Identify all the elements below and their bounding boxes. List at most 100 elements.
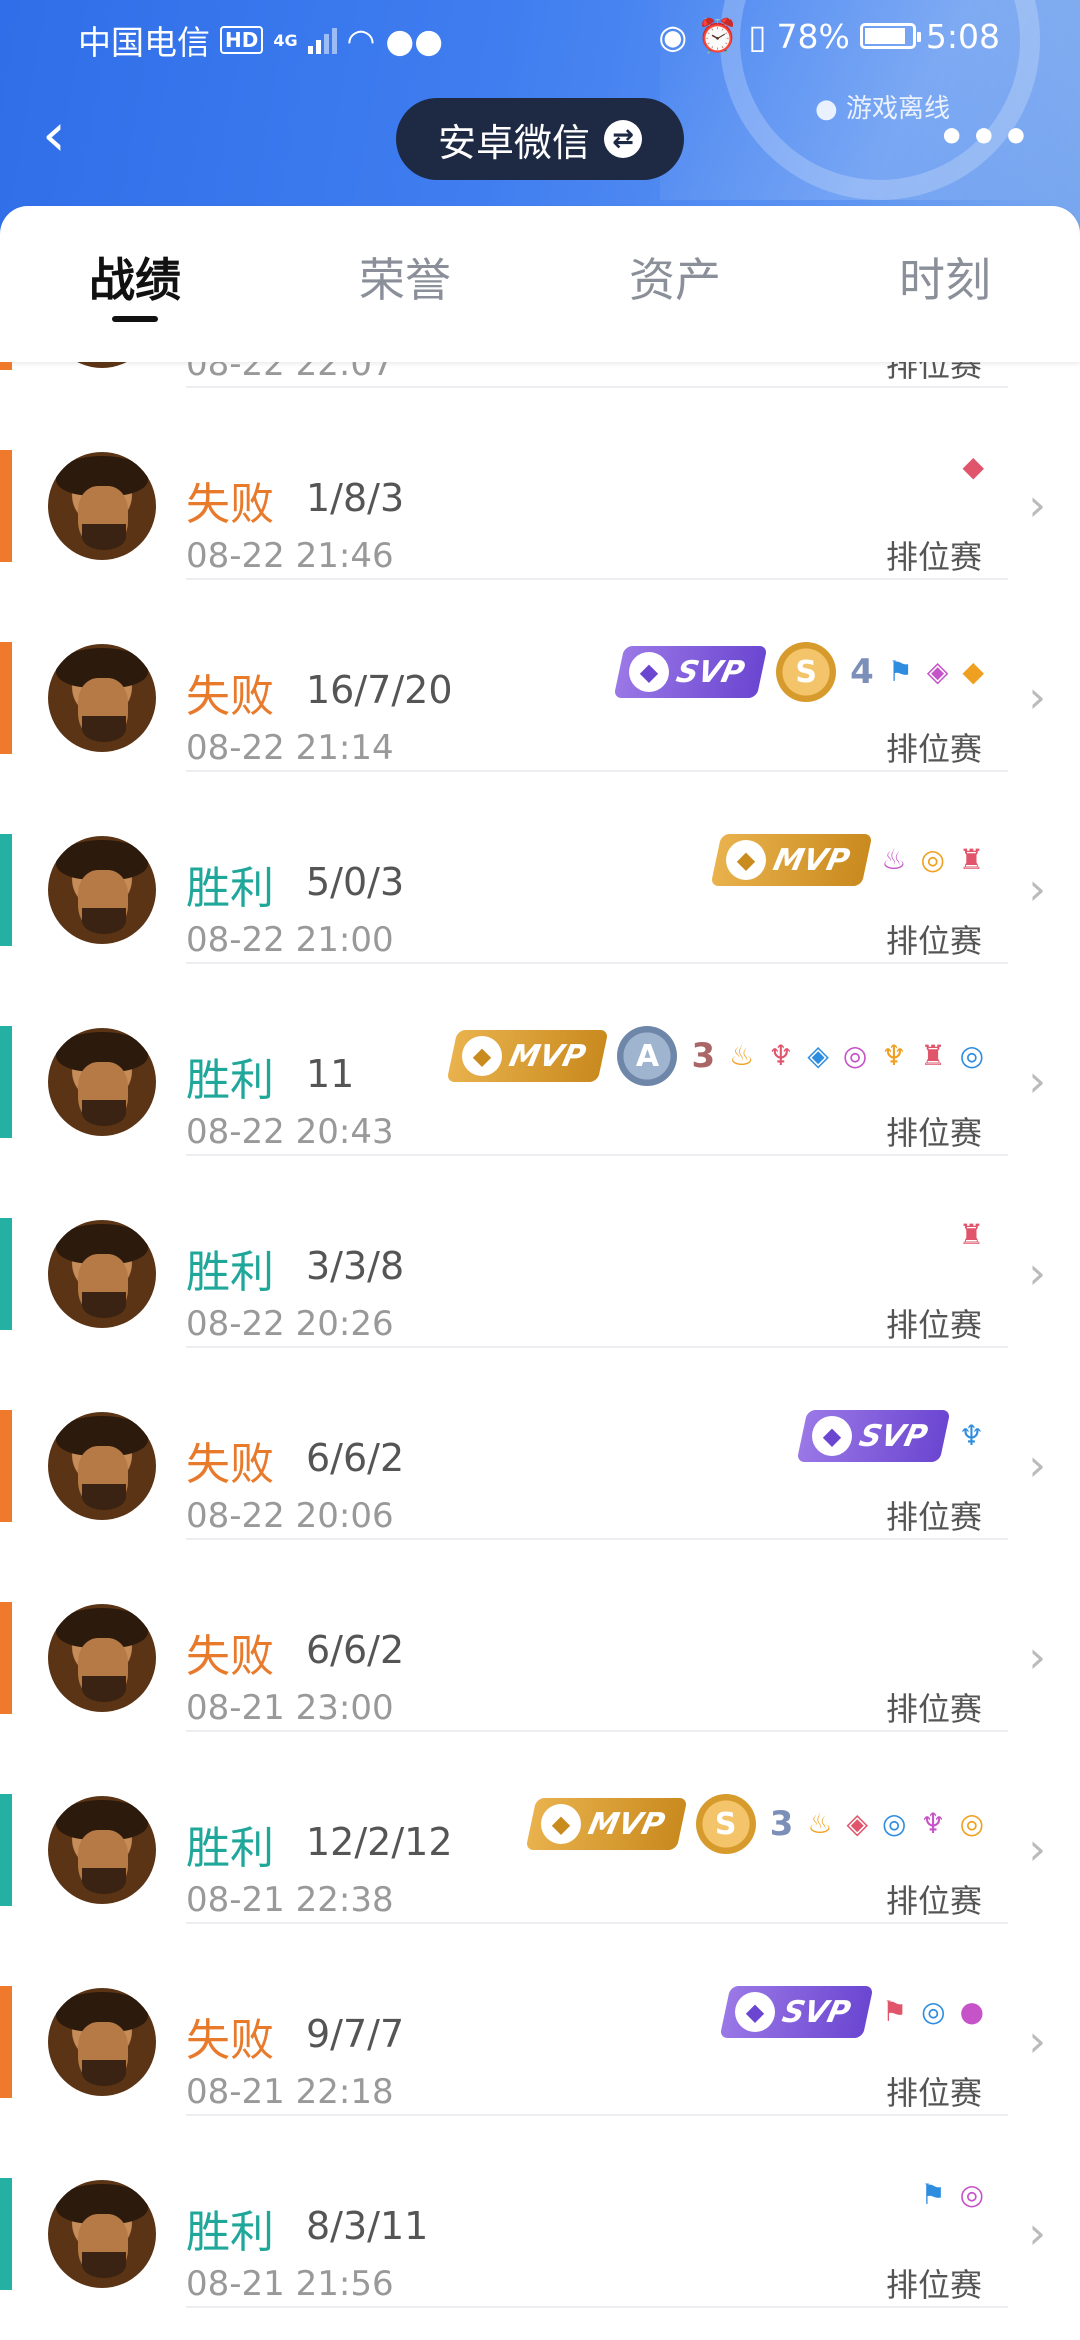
match-row[interactable]: 失败 6/6/2 08-21 23:00 排位赛 › [0, 1540, 1080, 1732]
battery-icon [859, 23, 921, 49]
status-left: 中国电信 HD 4G ◠ ●● [78, 16, 443, 64]
match-time: 08-21 22:18 [186, 2072, 394, 2112]
match-kda: 9/7/7 [306, 2012, 405, 2056]
medal-icon: ◆ [812, 1416, 853, 1456]
match-mode: 排位赛 [885, 2266, 982, 2304]
achievement-icon: ◈ [846, 1807, 869, 1840]
achievement-icon: ◎ [959, 2178, 984, 2211]
badge-label: SVP [856, 1418, 931, 1454]
match-row[interactable]: 失败7/5/308-22 22:07排位赛›◆ [0, 362, 1080, 388]
match-kda: 6/6/2 [306, 1628, 405, 1672]
network-label: 4G [273, 30, 298, 50]
match-time: 08-22 20:43 [186, 1112, 394, 1152]
match-row[interactable]: 失败 6/6/2 08-22 20:06 排位赛 › ◆ SVP ♆ [0, 1348, 1080, 1540]
match-badges: ⚑ ◎ [920, 2178, 984, 2212]
match-mode: 排位赛 [885, 922, 982, 960]
match-row[interactable]: 失败 1/8/3 08-22 21:46 排位赛 › ◆ [0, 388, 1080, 580]
account-name: 安卓微信 [437, 120, 590, 165]
match-row[interactable]: 胜利 11 08-22 20:43 排位赛 › ◆ MVP A 3 ♨ ♆ ◈ ◎ ♆ ♜ ◎ [0, 964, 1080, 1156]
back-icon[interactable]: ‹ [42, 100, 102, 170]
tab-assets[interactable]: 资产 [540, 206, 810, 362]
multikill-count: 3 [691, 1036, 716, 1076]
wifi-icon: ◠ [346, 20, 376, 60]
match-row[interactable]: 胜利 5/0/3 08-22 21:00 排位赛 › ◆ MVP ♨ ◎ ♜ [0, 772, 1080, 964]
match-kda: 12/2/12 [306, 1820, 453, 1864]
header: 中国电信 HD 4G ◠ ●● ◉ ⏰ ▯ 78% 5:08 ‹ 安卓微信 ⇄ [0, 0, 1080, 240]
mvp-badge: ◆ MVP [446, 1030, 609, 1082]
match-kda: 5/0/3 [306, 860, 405, 904]
achievement-icon: ♜ [920, 1039, 946, 1072]
match-rows: 失败7/5/308-22 22:07排位赛›◆失败1/8/308-22 21:4… [0, 362, 1080, 2308]
badge-label: MVP [506, 1038, 590, 1074]
match-time: 08-22 21:14 [186, 728, 394, 768]
match-result: 胜利 [186, 1055, 274, 1106]
match-mode: 排位赛 [885, 2074, 982, 2112]
tab-moments[interactable]: 时刻 [810, 206, 1080, 362]
achievement-icon: ♆ [768, 1039, 794, 1072]
match-row[interactable]: 胜利 8/3/11 08-21 21:56 排位赛 › ⚑ ◎ [0, 2116, 1080, 2308]
result-indicator-bar [0, 450, 12, 562]
achievement-icon: ♨ [881, 843, 907, 876]
badge-label: SVP [673, 654, 748, 690]
badge-label: SVP [779, 1994, 854, 2030]
match-badges: ◆ SVP ♆ [796, 1410, 984, 1462]
match-badges: ◆ MVP A 3 ♨ ♆ ◈ ◎ ♆ ♜ ◎ [446, 1026, 984, 1086]
result-indicator-bar [0, 1026, 12, 1138]
match-kda: 8/3/11 [306, 2204, 429, 2248]
chevron-right-icon: › [1028, 864, 1046, 915]
achievement-icon: ◎ [921, 1995, 946, 2028]
achievement-icon: ◎ [842, 1039, 868, 1072]
tab-record[interactable]: 战绩 [0, 206, 270, 362]
medal-icon: ◆ [735, 1992, 776, 2032]
match-result: 失败 [186, 671, 274, 722]
achievement-icon: ◆ [962, 450, 984, 483]
medal-icon: ◆ [462, 1036, 503, 1076]
hero-avatar [48, 644, 156, 752]
match-mode: 排位赛 [885, 1498, 982, 1536]
chevron-right-icon: › [1028, 2208, 1046, 2259]
app-root: 中国电信 HD 4G ◠ ●● ◉ ⏰ ▯ 78% 5:08 ‹ 安卓微信 ⇄ [0, 0, 1080, 2340]
match-kda: 3/3/8 [306, 1244, 405, 1288]
swap-icon: ⇄ [604, 120, 642, 158]
match-row[interactable]: 失败 9/7/7 08-21 22:18 排位赛 › ◆ SVP ⚑ ◎ ● [0, 1924, 1080, 2116]
hero-avatar [48, 452, 156, 560]
match-result: 胜利 [186, 1247, 274, 1298]
avatar-beard [82, 2252, 126, 2278]
hero-avatar [48, 1988, 156, 2096]
match-badges: ◆ MVP ♨ ◎ ♜ [710, 834, 984, 886]
multikill-count: 4 [850, 652, 874, 692]
vibrate-icon: ▯ [748, 16, 767, 56]
chevron-right-icon: › [1028, 1056, 1046, 1107]
hero-avatar [48, 1028, 156, 1136]
tab-honor[interactable]: 荣誉 [270, 206, 540, 362]
match-row[interactable]: 胜利 3/3/8 08-22 20:26 排位赛 › ♜ [0, 1156, 1080, 1348]
match-mode: 排位赛 [885, 730, 982, 768]
chevron-right-icon: › [1028, 672, 1046, 723]
hero-avatar [48, 362, 156, 368]
achievement-icon: ⚑ [920, 2178, 946, 2211]
match-mode: 排位赛 [885, 1306, 982, 1344]
match-time: 08-22 22:07 [186, 362, 394, 384]
tab-bar: 战绩 荣誉 资产 时刻 [0, 206, 1080, 362]
match-mode: 排位赛 [885, 1114, 982, 1152]
achievement-icon: ● [959, 1995, 984, 2028]
achievement-icon: ⚑ [887, 655, 913, 688]
achievement-icon: ◎ [959, 1039, 984, 1072]
avatar-beard [82, 1676, 126, 1702]
status-right: ◉ ⏰ ▯ 78% 5:08 [658, 16, 1000, 56]
match-kda: 16/7/20 [306, 668, 453, 712]
match-time: 08-22 20:26 [186, 1304, 394, 1344]
achievement-icon: ⚑ [882, 1995, 908, 2028]
more-icon[interactable]: ••• [938, 112, 1034, 163]
chevron-right-icon: › [1028, 2016, 1046, 2067]
status-bar: 中国电信 HD 4G ◠ ●● ◉ ⏰ ▯ 78% 5:08 [0, 0, 1080, 74]
result-indicator-bar [0, 362, 12, 370]
match-row[interactable]: 胜利 12/2/12 08-21 22:38 排位赛 › ◆ MVP S 3 ♨ ◈ ◎ ♆ ◎ [0, 1732, 1080, 1924]
avatar-beard [82, 524, 126, 550]
match-row[interactable]: 失败 16/7/20 08-22 21:14 排位赛 › ◆ SVP S 4 ⚑ ◈ ◆ [0, 580, 1080, 772]
account-switch-button[interactable]: 安卓微信 ⇄ [396, 98, 684, 180]
match-list[interactable]: 失败7/5/308-22 22:07排位赛›◆失败1/8/308-22 21:4… [0, 362, 1080, 2340]
eye-icon: ◉ [658, 16, 688, 56]
achievement-icon: ◎ [959, 1807, 984, 1840]
match-mode: 排位赛 [885, 538, 982, 576]
